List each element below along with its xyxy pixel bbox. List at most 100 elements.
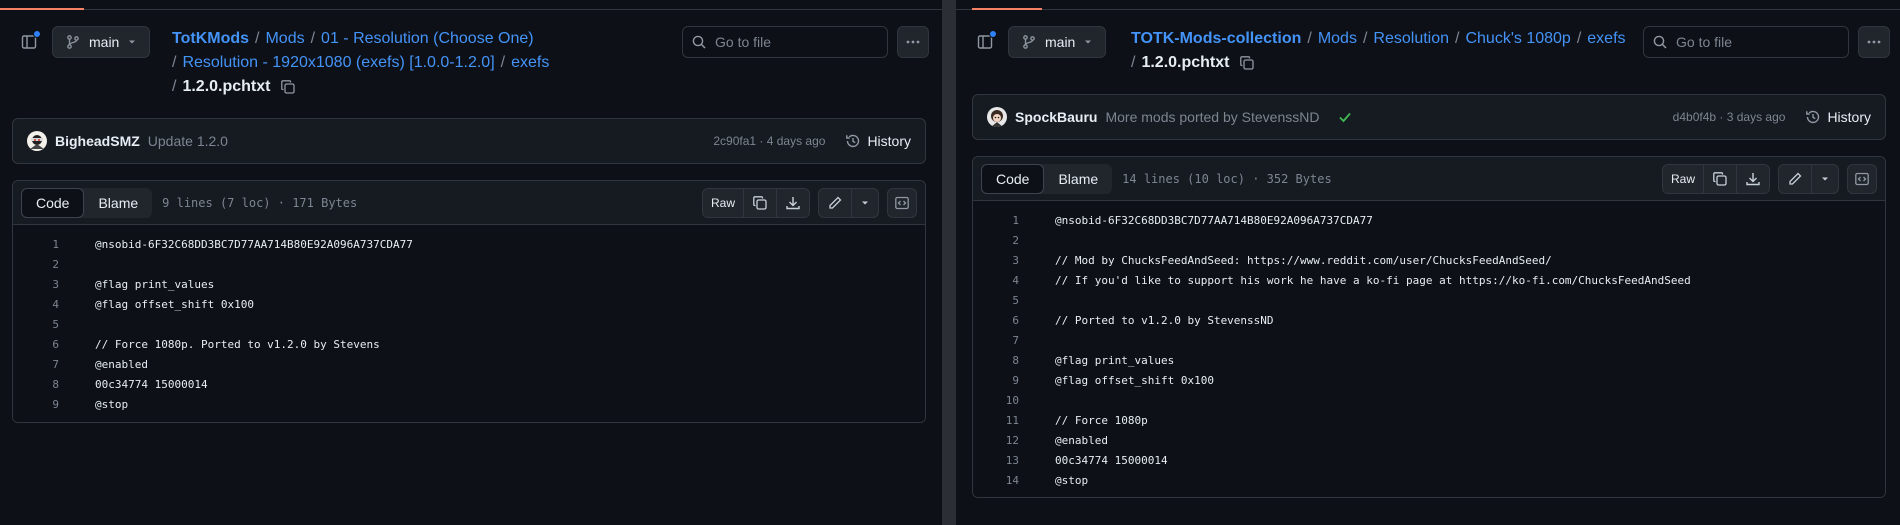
line-number[interactable]: 5: [13, 315, 59, 335]
breadcrumb-link-resolution-variant[interactable]: Resolution - 1920x1080 (exefs) [1.0.0-1.…: [182, 54, 494, 71]
history-button[interactable]: History: [1805, 109, 1871, 125]
breadcrumb-repo-link[interactable]: TOTK-Mods-collection: [1131, 30, 1301, 47]
pencil-icon[interactable]: [819, 188, 852, 217]
raw-button[interactable]: Raw: [1663, 164, 1704, 193]
code-lines[interactable]: 1 @nsobid-6F32C68DD3BC7D77AA714B80E92A096…: [973, 201, 1885, 497]
breadcrumb-link-resolution[interactable]: Resolution: [1373, 30, 1449, 47]
history-button[interactable]: History: [845, 133, 911, 149]
commit-author[interactable]: SpockBauru: [1015, 109, 1097, 125]
tab-code[interactable]: Code: [21, 187, 85, 218]
commit-author[interactable]: BigheadSMZ: [55, 133, 140, 149]
code-line[interactable]: 6 // Ported to v1.2.0 by StevenssND: [973, 311, 1885, 331]
more-options-button[interactable]: [1858, 26, 1890, 58]
go-to-file-search[interactable]: t: [682, 26, 920, 58]
pencil-icon[interactable]: [1779, 164, 1812, 193]
line-number[interactable]: 2: [13, 255, 59, 275]
code-line[interactable]: 13 00c34774 15000014: [973, 451, 1885, 471]
chevron-down-icon[interactable]: [852, 189, 878, 217]
breadcrumb-repo-link[interactable]: TotKMods: [172, 30, 249, 47]
line-number[interactable]: 9: [973, 371, 1019, 391]
code-line[interactable]: 6 // Force 1080p. Ported to v1.2.0 by Ste…: [13, 335, 925, 355]
line-number[interactable]: 3: [973, 251, 1019, 271]
line-number[interactable]: 7: [13, 355, 59, 375]
line-number[interactable]: 2: [973, 231, 1019, 251]
sidebar-toggle-button[interactable]: [16, 29, 42, 55]
avatar[interactable]: [987, 107, 1007, 127]
symbols-panel-button[interactable]: [887, 187, 917, 218]
split-divider[interactable]: [942, 0, 956, 525]
go-to-file-input[interactable]: [1676, 34, 1857, 50]
code-line[interactable]: 1 @nsobid-6F32C68DD3BC7D77AA714B80E92A096…: [13, 235, 925, 255]
tab-blame[interactable]: Blame: [1044, 164, 1112, 194]
download-icon[interactable]: [777, 189, 809, 217]
chevron-down-icon[interactable]: [1812, 165, 1838, 193]
line-number[interactable]: 1: [973, 211, 1019, 231]
line-number[interactable]: 6: [973, 311, 1019, 331]
commit-hash-and-date[interactable]: d4b0f4b · 3 days ago: [1673, 110, 1786, 124]
code-line[interactable]: 1 @nsobid-6F32C68DD3BC7D77AA714B80E92A096…: [973, 211, 1885, 231]
avatar[interactable]: [27, 131, 47, 151]
line-number[interactable]: 5: [973, 291, 1019, 311]
line-number[interactable]: 8: [973, 351, 1019, 371]
go-to-file-input[interactable]: [715, 34, 896, 50]
code-line[interactable]: 8 @flag print_values: [973, 351, 1885, 371]
tab-blame[interactable]: Blame: [84, 188, 152, 218]
line-number[interactable]: 7: [973, 331, 1019, 351]
code-line[interactable]: 4 @flag offset_shift 0x100: [13, 295, 925, 315]
line-number[interactable]: 4: [973, 271, 1019, 291]
copy-path-icon[interactable]: [1239, 55, 1255, 71]
code-line[interactable]: 7 @enabled: [13, 355, 925, 375]
code-line[interactable]: 9 @stop: [13, 395, 925, 415]
branch-selector[interactable]: main: [1008, 26, 1107, 58]
go-to-file-search[interactable]: t: [1643, 26, 1881, 58]
code-line[interactable]: 14 @stop: [973, 471, 1885, 491]
code-lines[interactable]: 1 @nsobid-6F32C68DD3BC7D77AA714B80E92A096…: [13, 225, 925, 422]
line-number[interactable]: 12: [973, 431, 1019, 451]
line-number[interactable]: 1: [13, 235, 59, 255]
line-number[interactable]: 6: [13, 335, 59, 355]
line-number[interactable]: 13: [973, 451, 1019, 471]
code-line[interactable]: 4 // If you'd like to support his work he…: [973, 271, 1885, 291]
line-number[interactable]: 14: [973, 471, 1019, 491]
copy-path-icon[interactable]: [280, 79, 296, 95]
line-text: [1019, 231, 1055, 251]
commit-message[interactable]: More mods ported by StevenssND: [1105, 109, 1319, 125]
code-line[interactable]: 2: [973, 231, 1885, 251]
commit-message[interactable]: Update 1.2.0: [148, 133, 228, 149]
breadcrumb-link-exefs[interactable]: exefs: [1587, 30, 1625, 47]
code-line[interactable]: 5: [13, 315, 925, 335]
breadcrumb-link-resolution-folder[interactable]: 01 - Resolution (Choose One): [321, 30, 534, 47]
line-number[interactable]: 4: [13, 295, 59, 315]
breadcrumb-link-chucks-1080p[interactable]: Chuck's 1080p: [1465, 30, 1570, 47]
code-line[interactable]: 9 @flag offset_shift 0x100: [973, 371, 1885, 391]
sidebar-toggle-button[interactable]: [972, 29, 998, 55]
copy-raw-icon[interactable]: [744, 188, 777, 217]
code-line[interactable]: 8 00c34774 15000014: [13, 375, 925, 395]
tab-code[interactable]: Code: [981, 163, 1045, 194]
check-icon[interactable]: [1337, 109, 1353, 125]
line-number[interactable]: 11: [973, 411, 1019, 431]
branch-selector[interactable]: main: [52, 26, 151, 58]
line-number[interactable]: 3: [13, 275, 59, 295]
code-line[interactable]: 10: [973, 391, 1885, 411]
more-options-button[interactable]: [897, 26, 929, 58]
symbols-panel-button[interactable]: [1847, 163, 1877, 194]
raw-button[interactable]: Raw: [703, 188, 744, 217]
code-line[interactable]: 11 // Force 1080p: [973, 411, 1885, 431]
code-line[interactable]: 12 @enabled: [973, 431, 1885, 451]
commit-hash-and-date[interactable]: 2c90fa1 · 4 days ago: [713, 134, 825, 148]
code-line[interactable]: 3 @flag print_values: [13, 275, 925, 295]
line-number[interactable]: 9: [13, 395, 59, 415]
copy-raw-icon[interactable]: [1704, 164, 1737, 193]
breadcrumb-link-exefs[interactable]: exefs: [511, 54, 549, 71]
code-line[interactable]: 7: [973, 331, 1885, 351]
code-line[interactable]: 3 // Mod by ChucksFeedAndSeed: https://ww…: [973, 251, 1885, 271]
code-line[interactable]: 5: [973, 291, 1885, 311]
code-line[interactable]: 2: [13, 255, 925, 275]
download-icon[interactable]: [1737, 165, 1769, 193]
code-square-icon: [894, 195, 910, 211]
line-number[interactable]: 10: [973, 391, 1019, 411]
line-number[interactable]: 8: [13, 375, 59, 395]
breadcrumb-link-mods[interactable]: Mods: [265, 30, 304, 47]
breadcrumb-link-mods[interactable]: Mods: [1318, 30, 1357, 47]
